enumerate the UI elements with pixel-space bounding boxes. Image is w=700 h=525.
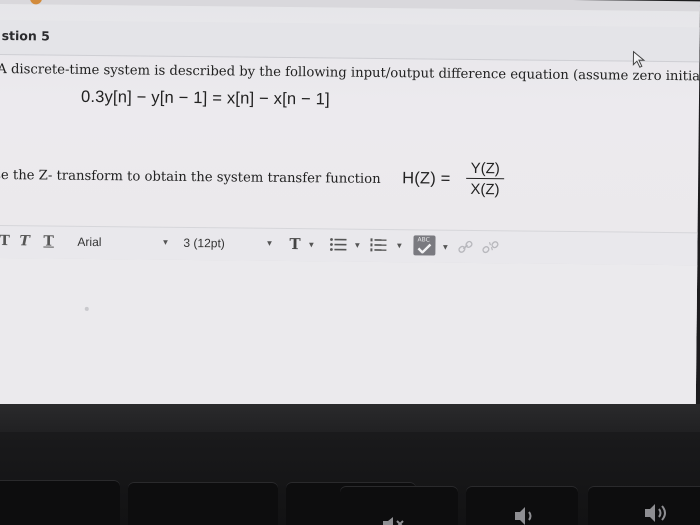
font-family-value: Arial	[77, 234, 102, 250]
photo-of-laptop-screen: stion 5 A discrete-time system is descri…	[0, 0, 700, 525]
chevron-down-icon: ▼	[353, 240, 362, 250]
transfer-function-fraction: Y(Z) X(Z)	[464, 160, 506, 199]
tab-indicator	[29, 0, 43, 5]
browser-screen: stion 5 A discrete-time system is descri…	[0, 0, 700, 416]
top-strip	[0, 0, 700, 12]
text-color-label: T	[289, 235, 301, 254]
keyboard-key	[0, 480, 120, 525]
question-prompt: A discrete-time system is described by t…	[0, 61, 700, 85]
font-size-value: 3 (12pt)	[183, 235, 225, 251]
bulleted-list-button[interactable]: ▼	[329, 235, 363, 253]
volume-up-key[interactable]	[588, 486, 700, 525]
keyboard-key	[128, 482, 278, 525]
transfer-function-lhs: H(Z) =	[402, 169, 451, 188]
volume-up-icon	[645, 504, 666, 522]
bulleted-list-icon	[330, 238, 347, 251]
question-instruction: se the Z- transform to obtain the system…	[0, 167, 381, 187]
chevron-down-icon: ▼	[395, 241, 404, 251]
chevron-down-icon: ▼	[265, 238, 274, 248]
fraction-numerator: Y(Z)	[470, 159, 500, 178]
chevron-down-icon: ▼	[161, 237, 170, 247]
answer-editor[interactable]	[0, 257, 698, 416]
volume-down-icon	[515, 507, 532, 525]
unlink-icon[interactable]	[481, 240, 499, 254]
keyboard	[0, 432, 700, 525]
difference-equation: 0.3y[n] − y[n − 1] = x[n] − x[n − 1]	[80, 87, 330, 109]
question-header: stion 5	[0, 19, 700, 63]
spellcheck-button[interactable]: ABC	[413, 235, 436, 256]
numbered-list-icon	[370, 238, 387, 252]
numbered-list-button[interactable]: ▼	[369, 236, 405, 254]
spellcheck-icon	[417, 243, 432, 254]
question-title: stion 5	[1, 28, 50, 44]
mouse-pointer-icon	[632, 50, 646, 68]
link-icon[interactable]	[457, 240, 473, 254]
text-cursor	[84, 306, 89, 311]
bold-button[interactable]: T	[0, 233, 10, 249]
italic-button[interactable]: T	[19, 233, 30, 249]
font-size-select[interactable]: 3 (12pt) ▼	[181, 233, 277, 254]
fraction-bar	[466, 177, 505, 180]
mute-icon	[383, 517, 404, 525]
mute-key[interactable]	[340, 486, 458, 525]
underline-button[interactable]: T	[43, 233, 54, 249]
screen-bezel	[0, 404, 700, 434]
chevron-down-icon: ▼	[307, 240, 316, 250]
text-color-button[interactable]: T ▼	[287, 235, 323, 253]
fraction-denominator: X(Z)	[470, 181, 500, 199]
font-family-select[interactable]: Arial ▼	[75, 232, 175, 253]
chevron-down-icon[interactable]: ▼	[441, 243, 449, 252]
volume-down-key[interactable]	[466, 486, 578, 525]
